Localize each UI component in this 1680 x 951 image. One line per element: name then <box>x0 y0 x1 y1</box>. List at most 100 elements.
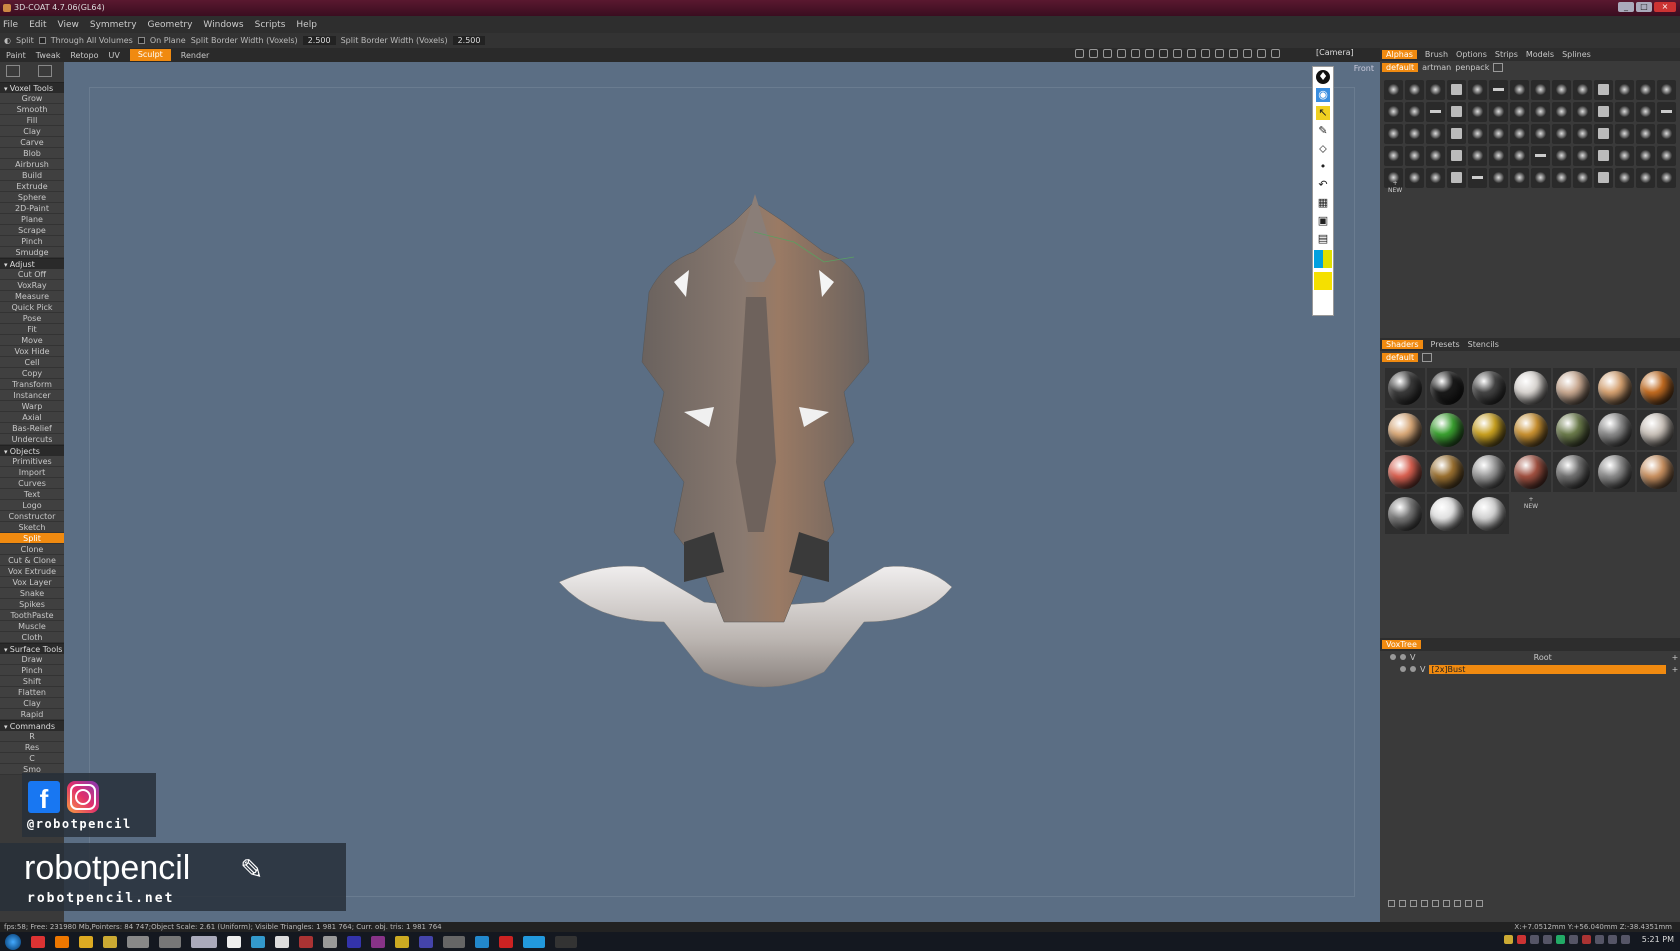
shader-item[interactable] <box>1469 494 1509 534</box>
alpha-set-artman[interactable]: artman <box>1422 63 1451 72</box>
shader-item[interactable] <box>1385 452 1425 492</box>
shader-item[interactable] <box>1427 494 1467 534</box>
tool-instancer[interactable]: Instancer <box>0 390 64 401</box>
alpha-brush-item[interactable] <box>1531 80 1550 100</box>
tool-undercuts[interactable]: Undercuts <box>0 434 64 445</box>
room-tab-paint[interactable]: Paint <box>6 51 26 60</box>
shader-item[interactable] <box>1595 410 1635 450</box>
app-icon-10[interactable] <box>419 935 433 948</box>
tool-voxray[interactable]: VoxRay <box>0 280 64 291</box>
alpha-brush-item[interactable] <box>1657 102 1676 122</box>
alpha-brush-item[interactable] <box>1447 102 1466 122</box>
close-button[interactable]: × <box>1654 2 1676 12</box>
shader-item[interactable] <box>1511 410 1551 450</box>
tool-snake[interactable]: Snake <box>0 588 64 599</box>
undo-icon[interactable]: ↶ <box>1316 178 1330 192</box>
alpha-brush-item[interactable] <box>1636 168 1655 188</box>
tool-res[interactable]: Res <box>0 742 64 753</box>
alpha-brush-item[interactable] <box>1426 80 1445 100</box>
app-icon-14[interactable] <box>555 935 577 948</box>
tool-shift[interactable]: Shift <box>0 676 64 687</box>
shader-item[interactable] <box>1427 410 1467 450</box>
tool-clay[interactable]: Clay <box>0 698 64 709</box>
tool-move[interactable]: Move <box>0 335 64 346</box>
tool-grow[interactable]: Grow <box>0 93 64 104</box>
shader-item[interactable] <box>1385 410 1425 450</box>
alpha-brush-item[interactable] <box>1447 168 1466 188</box>
tool-2d-paint[interactable]: 2D-Paint <box>0 203 64 214</box>
alpha-brush-item[interactable] <box>1615 124 1634 144</box>
tool-clay[interactable]: Clay <box>0 126 64 137</box>
grid-icon[interactable] <box>1229 49 1238 58</box>
alpha-brush-item[interactable] <box>1510 102 1529 122</box>
alpha-brush-item[interactable] <box>1468 102 1487 122</box>
tool-scrape[interactable]: Scrape <box>0 225 64 236</box>
alpha-brush-item[interactable] <box>1531 168 1550 188</box>
tab-splines[interactable]: Splines <box>1562 50 1591 59</box>
voxtree-close-icon[interactable] <box>1476 900 1483 907</box>
alpha-brush-item[interactable] <box>1447 146 1466 166</box>
folder-icon[interactable] <box>103 935 117 948</box>
alpha-brush-item[interactable] <box>1405 80 1424 100</box>
eye-icon[interactable]: ◉ <box>1316 88 1330 102</box>
section-objects[interactable]: Objects <box>0 445 64 456</box>
alpha-brush-item[interactable] <box>1573 102 1592 122</box>
voxtree-settings-icon[interactable] <box>1465 900 1472 907</box>
menu-file[interactable]: File <box>3 20 18 30</box>
chrome-icon[interactable] <box>31 935 45 948</box>
alpha-brush-item[interactable] <box>1636 102 1655 122</box>
tool-vox-extrude[interactable]: Vox Extrude <box>0 566 64 577</box>
tab-shaders[interactable]: Shaders <box>1382 340 1423 349</box>
alpha-brush-item[interactable] <box>1594 102 1613 122</box>
visibility-icon[interactable] <box>1390 654 1396 660</box>
app-icon-8[interactable] <box>371 935 385 948</box>
network-icon[interactable] <box>1620 935 1630 944</box>
through-all-volumes-checkbox[interactable] <box>38 37 46 44</box>
tool-rapid[interactable]: Rapid <box>0 709 64 720</box>
alpha-brush-item[interactable] <box>1552 102 1571 122</box>
voxtree-object-name[interactable]: Root <box>1419 653 1666 662</box>
tool-airbrush[interactable]: Airbrush <box>0 159 64 170</box>
layers-icon[interactable]: ▤ <box>1316 232 1330 246</box>
alpha-brush-item[interactable] <box>1384 80 1403 100</box>
room-tab-retopo[interactable]: Retopo <box>70 51 98 60</box>
tool-pick-icon[interactable] <box>38 65 52 77</box>
shader-item[interactable] <box>1385 368 1425 408</box>
alpha-set-penpack[interactable]: penpack <box>1455 63 1489 72</box>
app-icon-6[interactable] <box>299 935 313 948</box>
tab-models[interactable]: Models <box>1526 50 1554 59</box>
tool-options-icon[interactable] <box>6 65 20 77</box>
shader-item[interactable] <box>1469 410 1509 450</box>
zoom-icon[interactable] <box>1159 49 1168 58</box>
shader-item[interactable] <box>1469 368 1509 408</box>
voxtree-delete-icon[interactable] <box>1399 900 1406 907</box>
alpha-brush-item[interactable] <box>1489 124 1508 144</box>
tool-logo[interactable]: Logo <box>0 500 64 511</box>
shader-item[interactable] <box>1637 368 1677 408</box>
screen-icon[interactable] <box>1271 49 1280 58</box>
tool-fill[interactable]: Fill <box>0 115 64 126</box>
fit-icon[interactable] <box>1187 49 1196 58</box>
voxtree-row[interactable]: V [2x]Bust + <box>1380 663 1680 675</box>
shader-item[interactable] <box>1553 410 1593 450</box>
clock[interactable]: 5:21 PM <box>1642 935 1674 944</box>
room-tab-sculpt[interactable]: Sculpt <box>129 49 171 61</box>
tool-extrude[interactable]: Extrude <box>0 181 64 192</box>
alpha-brush-item[interactable] <box>1636 146 1655 166</box>
tab-presets[interactable]: Presets <box>1431 340 1460 349</box>
app-icon-1[interactable] <box>79 935 93 948</box>
tab-voxtree[interactable]: VoxTree <box>1382 640 1421 649</box>
voxtree-copy-icon[interactable] <box>1432 900 1439 907</box>
tool-carve[interactable]: Carve <box>0 137 64 148</box>
shader-item[interactable] <box>1469 452 1509 492</box>
alpha-brush-item[interactable] <box>1657 124 1676 144</box>
sculpt-model[interactable] <box>64 62 1380 922</box>
tool-sketch[interactable]: Sketch <box>0 522 64 533</box>
tool-smooth[interactable]: Smooth <box>0 104 64 115</box>
alpha-brush-item[interactable] <box>1615 168 1634 188</box>
3dcoat-task-icon[interactable] <box>191 935 217 948</box>
explorer-icon[interactable] <box>127 935 149 948</box>
fullscreen-icon[interactable] <box>1257 49 1266 58</box>
firefox-icon[interactable] <box>55 935 69 948</box>
tray-icon-3[interactable] <box>1529 935 1539 944</box>
